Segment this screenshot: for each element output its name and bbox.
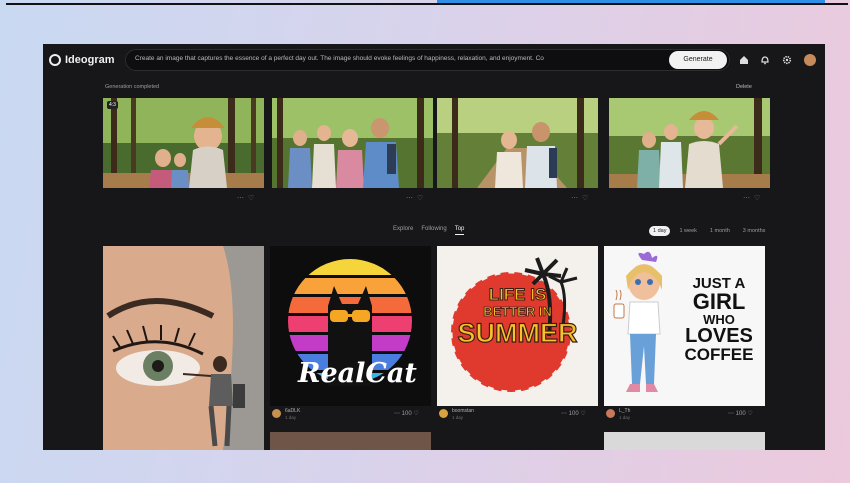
- feed-card-coffee[interactable]: JUST A GIRL WHO LOVES COFFEE: [604, 246, 765, 406]
- card-username[interactable]: L_Th: [619, 408, 630, 414]
- prompt-text[interactable]: Create an image that captures the essenc…: [135, 55, 660, 62]
- like-count: 100: [401, 411, 412, 417]
- period-1-day[interactable]: 1 day: [649, 226, 671, 236]
- delete-link[interactable]: Delete: [736, 84, 752, 90]
- aspect-badge: 4:3: [107, 101, 118, 109]
- generated-image-2[interactable]: [272, 98, 433, 188]
- image-actions-4[interactable]: ⋯♡: [743, 194, 764, 202]
- bell-icon[interactable]: [759, 54, 771, 66]
- like-count: 100: [735, 411, 746, 417]
- feed-card-realcat[interactable]: RealCat: [270, 246, 431, 406]
- tab-following[interactable]: Following: [421, 226, 446, 235]
- user-avatar[interactable]: [804, 54, 816, 66]
- coffee-line-4: LOVES: [685, 325, 753, 347]
- generate-button[interactable]: Generate: [669, 51, 727, 69]
- period-1-week[interactable]: 1 week: [675, 226, 700, 236]
- window-top-border: [6, 3, 848, 5]
- generated-image-4[interactable]: [609, 98, 770, 188]
- feed-tabs: Explore Following Top: [393, 226, 465, 235]
- avatar[interactable]: [272, 409, 281, 418]
- feed-card-partial-1[interactable]: [270, 432, 431, 450]
- card-age: 1 day: [619, 415, 631, 420]
- ideogram-app: Ideogram Create an image that captures t…: [43, 44, 825, 450]
- generated-image-1[interactable]: 4:3: [103, 98, 264, 188]
- card-meta-realcat: 6aDLK 1 day ⋯ 100 ♡: [272, 408, 430, 422]
- tab-top[interactable]: Top: [454, 226, 465, 235]
- generation-status: Generation completed: [105, 84, 160, 90]
- generated-image-3[interactable]: [437, 98, 598, 188]
- card-age: 1 day: [285, 415, 297, 420]
- tab-explore[interactable]: Explore: [393, 226, 413, 235]
- card-username[interactable]: boomstan: [452, 408, 474, 414]
- avatar[interactable]: [439, 409, 448, 418]
- prompt-input[interactable]: Create an image that captures the essenc…: [125, 49, 730, 71]
- feed-card-eye[interactable]: [103, 246, 264, 450]
- summer-line-1: LIFE IS: [488, 285, 547, 304]
- image-actions-3[interactable]: ⋯♡: [571, 194, 592, 202]
- image-actions-1[interactable]: ⋯♡: [237, 194, 258, 202]
- brand-name: Ideogram: [65, 54, 115, 66]
- card-username[interactable]: 6aDLK: [285, 408, 300, 414]
- card-age: 1 day: [452, 415, 464, 420]
- card-actions[interactable]: ⋯ 100 ♡: [561, 410, 586, 417]
- feed-card-summer[interactable]: LIFE IS BETTER IN SUMMER: [437, 246, 598, 406]
- gear-icon[interactable]: [781, 54, 793, 66]
- logo[interactable]: Ideogram: [49, 53, 115, 67]
- summer-line-2: BETTER IN: [483, 304, 552, 319]
- card-meta-coffee: L_Th 1 day ⋯ 100 ♡: [606, 408, 764, 422]
- period-3-months[interactable]: 3 months: [739, 226, 770, 236]
- coffee-title: JUST A GIRL WHO LOVES COFFEE: [676, 276, 762, 363]
- coffee-line-2: GIRL: [692, 289, 746, 314]
- top-bar: Ideogram Create an image that captures t…: [43, 44, 825, 76]
- summer-line-3: SUMMER: [457, 318, 578, 348]
- summer-title: LIFE IS BETTER IN SUMMER: [437, 285, 598, 348]
- avatar[interactable]: [606, 409, 615, 418]
- home-icon[interactable]: [738, 54, 750, 66]
- like-count: 100: [568, 411, 579, 417]
- ideogram-logo-icon: [49, 54, 61, 66]
- card-meta-summer: boomstan 1 day ⋯ 100 ♡: [439, 408, 597, 422]
- image-actions-2[interactable]: ⋯♡: [406, 194, 427, 202]
- period-1-month[interactable]: 1 month: [706, 226, 734, 236]
- coffee-line-5: COFFEE: [684, 345, 754, 364]
- period-filter: 1 day 1 week 1 month 3 months: [649, 226, 769, 236]
- card-actions[interactable]: ⋯ 100 ♡: [728, 410, 753, 417]
- realcat-text: RealCat: [298, 358, 417, 389]
- window-accent-bar: [437, 0, 825, 3]
- feed-card-partial-2[interactable]: [604, 432, 765, 450]
- card-actions[interactable]: ⋯ 100 ♡: [394, 410, 419, 417]
